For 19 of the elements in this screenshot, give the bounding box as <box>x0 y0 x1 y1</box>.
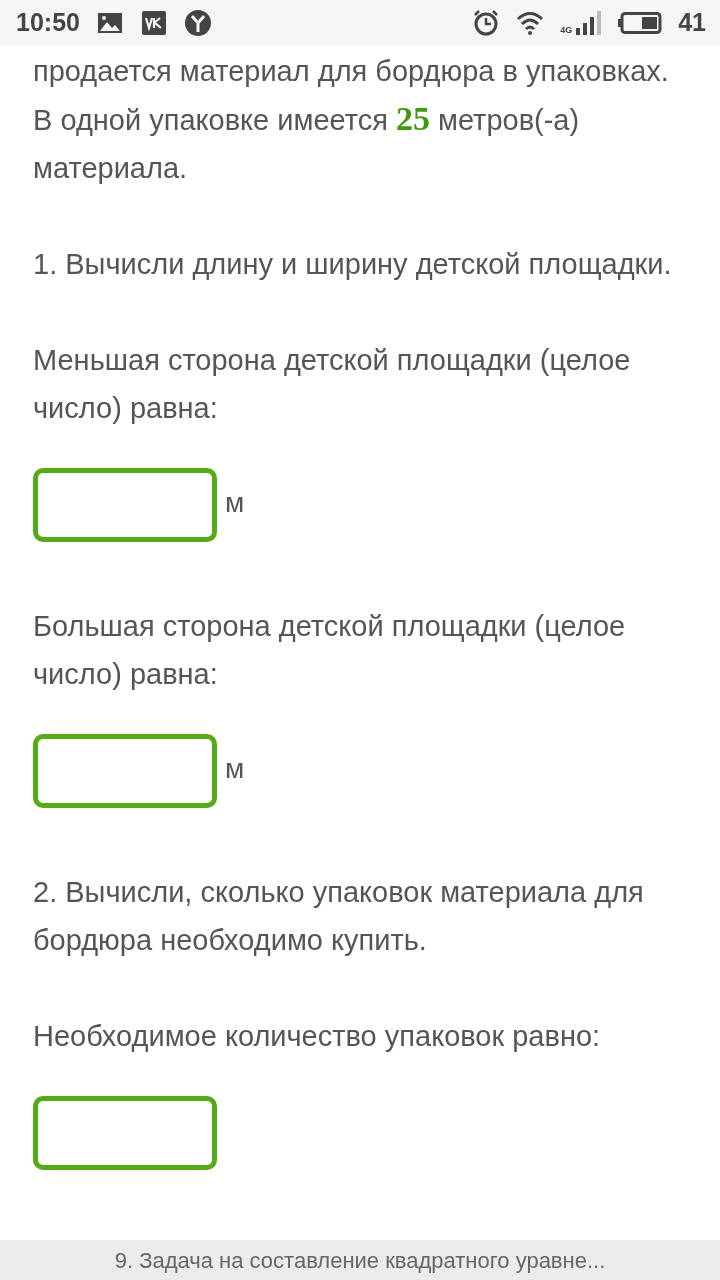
unit-label: м <box>225 486 245 520</box>
question-text: Меньшая сторона детской площадки (целое число) равна: <box>33 343 632 426</box>
unit-label: м <box>225 752 245 786</box>
y-logo-icon <box>183 8 212 37</box>
clock-time: 10:50 <box>16 6 80 38</box>
network-type: 4G <box>560 25 573 35</box>
battery-level: 41 <box>678 6 706 38</box>
answer-field[interactable] <box>33 734 217 808</box>
battery-icon <box>618 11 663 34</box>
app-icon <box>139 8 168 37</box>
bottom-bar: 9. Задача на составление квадратного уравне... <box>0 1240 720 1280</box>
signal-icon <box>576 10 603 35</box>
answer-field[interactable] <box>33 1096 217 1170</box>
question-text: 1. Вычисли длину и ширину детской площадки. <box>33 247 673 282</box>
answer-field[interactable] <box>33 468 217 542</box>
question-text: 2. Вычисли, сколько упаковок материала для бордюра необходимо купить. <box>33 875 645 958</box>
question-text: Большая сторона детской площадки (целое число) равна: <box>33 609 627 692</box>
question-text: Необходимое количество упаковок равно: <box>33 1019 602 1054</box>
question-text: продается материал для бордюра в упаковках. В одной упаковке имеется 25 метров(-а) материала. <box>33 54 670 186</box>
